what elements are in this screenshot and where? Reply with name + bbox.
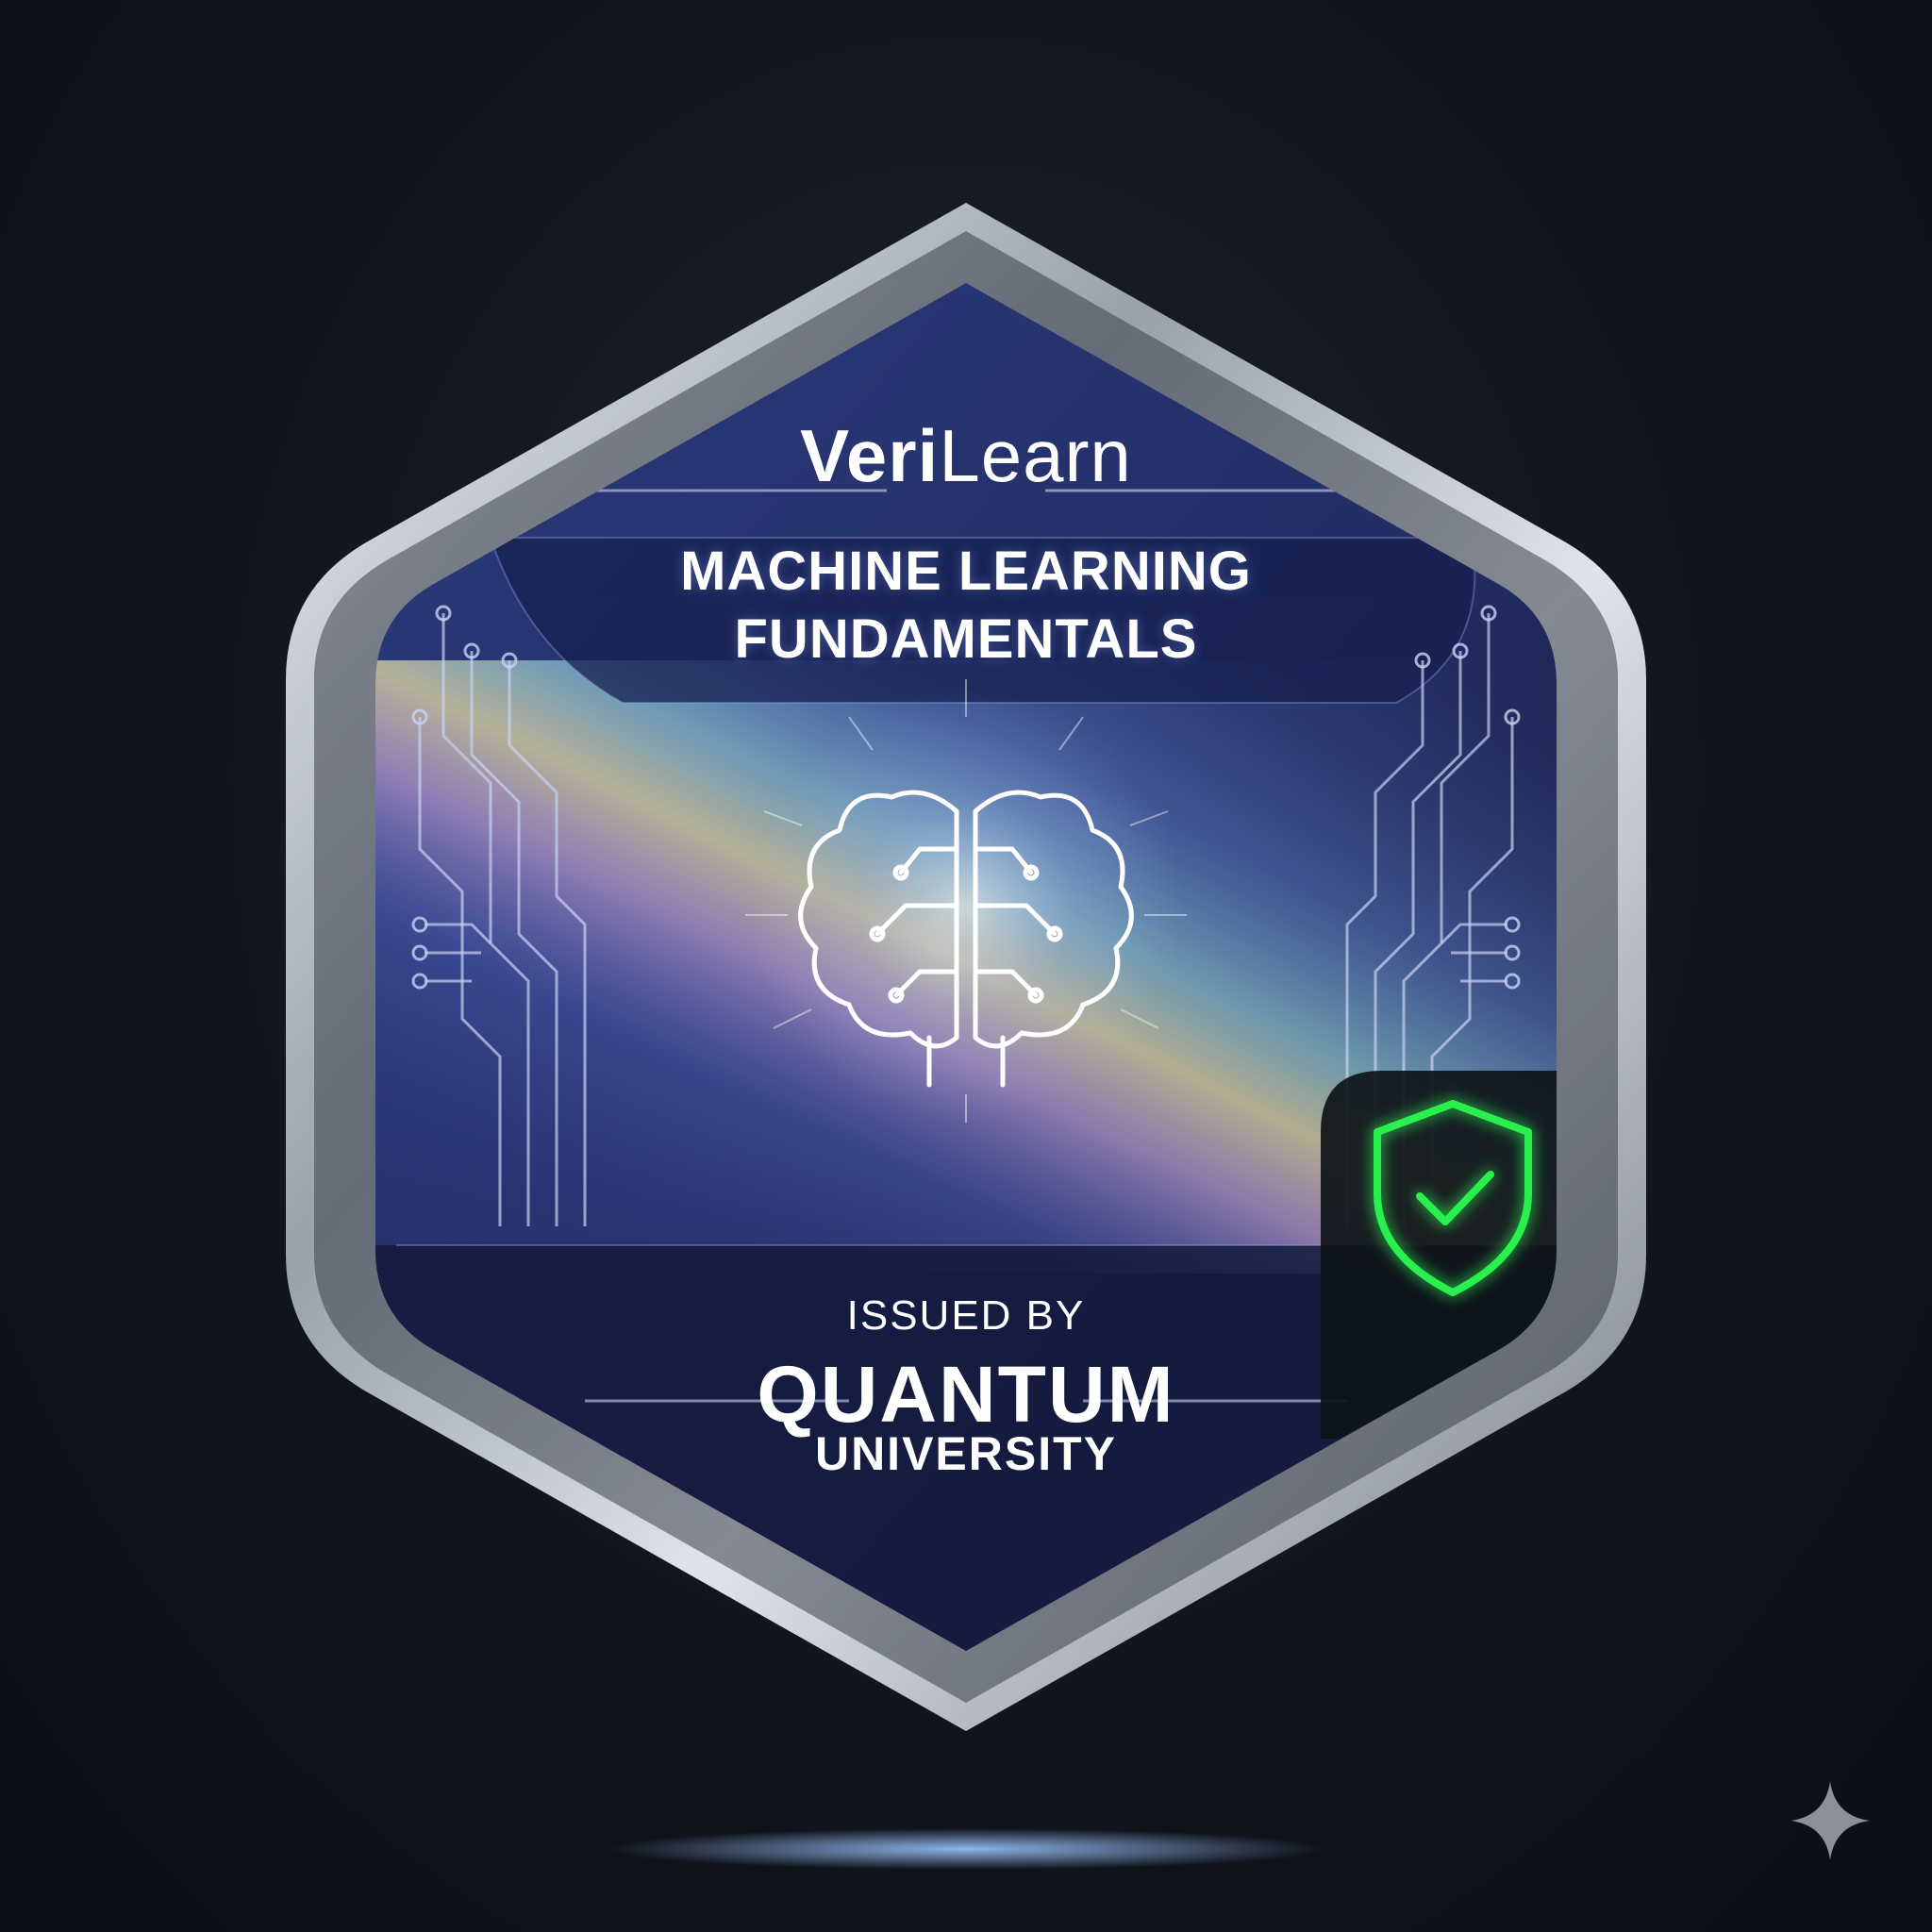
floor-glow [608,1828,1324,1870]
brand-logo: VeriLearn [0,413,1932,499]
badge-artwork [286,203,1870,1870]
issuer-subtitle: UNIVERSITY [814,1427,1118,1480]
brand-bold: Veri [800,414,940,497]
brand-light: Learn [939,414,1132,497]
course-title-line2: FUNDAMENTALS [734,608,1198,670]
issued-by-label: ISSUED BY [846,1292,1086,1339]
sparkle-icon [1790,1781,1870,1860]
course-title-line1: MACHINE LEARNING [680,541,1252,602]
course-title: MACHINE LEARNING FUNDAMENTALS [0,538,1932,674]
badge-stage: VeriLearn MACHINE LEARNING FUNDAMENTALS … [0,0,1932,1932]
